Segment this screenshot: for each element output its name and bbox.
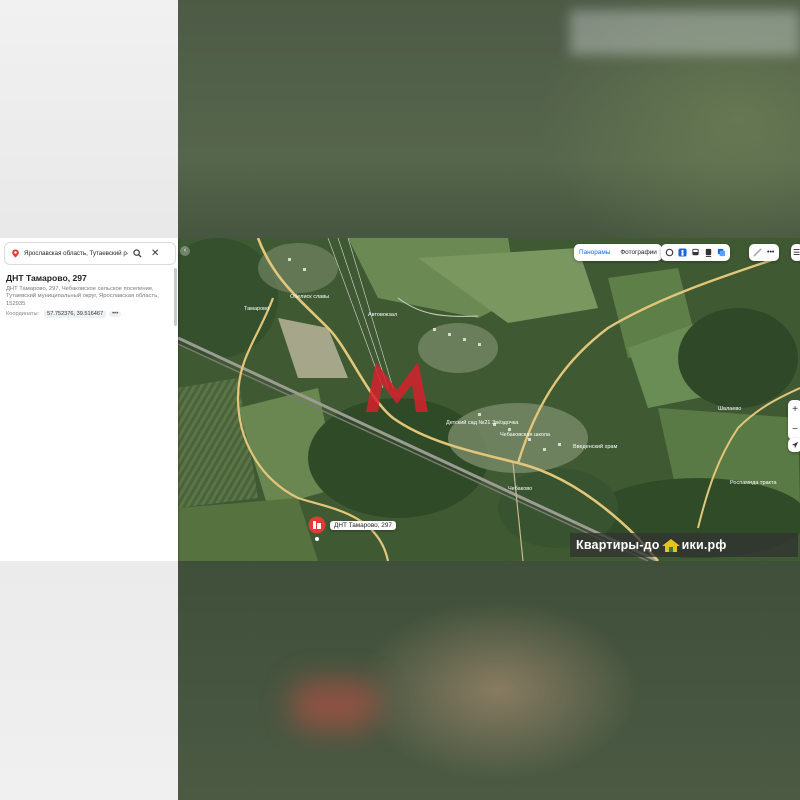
map-label[interactable]: Шалаево <box>718 406 741 412</box>
watermark-text-left: Квартиры-до <box>576 538 660 552</box>
layers-toolbar <box>661 244 730 261</box>
menu-button[interactable]: ☰ <box>791 244 800 261</box>
zoom-in-button[interactable]: + <box>788 400 800 420</box>
map-label[interactable]: Введенский храм <box>573 443 617 450</box>
traffic-icon[interactable] <box>663 246 676 259</box>
transit-icon[interactable] <box>702 246 715 259</box>
map-label[interactable]: Автовокзал <box>368 312 397 318</box>
close-icon[interactable]: ✕ <box>151 248 159 259</box>
panorama-person-icon[interactable] <box>676 246 689 259</box>
ruler-icon[interactable] <box>751 246 764 259</box>
map-label[interactable]: Обелиск славы <box>290 294 329 300</box>
map-label[interactable]: Чебаково <box>508 486 532 492</box>
coordinates-row: Координаты: 57.752376, 39.516467 ••• <box>6 310 122 318</box>
house-icon <box>661 538 680 552</box>
map-label[interactable]: Детский сад №21 Звёздочка <box>446 419 519 426</box>
tab-photos[interactable]: Фотографии <box>615 249 662 256</box>
zoom-out-button[interactable]: − <box>788 420 800 440</box>
place-marker[interactable] <box>307 516 327 542</box>
marker-label[interactable]: ДНТ Тамарово, 297 <box>330 521 396 530</box>
my-location-button[interactable] <box>788 438 800 452</box>
zoom-control: + − <box>788 400 800 440</box>
map-label[interactable]: Тамарово <box>244 306 269 312</box>
satellite-map[interactable]: Обелиск славы Автовокзал Детский сад №21 З… <box>178 238 800 561</box>
watermark-text-right: ики.рф <box>681 538 727 552</box>
location-arrow-icon <box>791 441 799 449</box>
map-label[interactable]: Роспамида тракта <box>730 480 777 486</box>
collapse-panel-icon[interactable]: ‹ <box>180 246 190 256</box>
watermark-logo-m <box>366 362 428 412</box>
coordinates-more-button[interactable]: ••• <box>109 311 122 317</box>
search-icon[interactable] <box>132 249 142 259</box>
site-watermark: Квартиры-до ики.рф <box>570 533 798 557</box>
tools-toolbar: ••• <box>749 244 780 261</box>
layers-icon[interactable] <box>715 246 728 259</box>
photo-toolbar: Панорамы Фотографии <box>574 244 662 261</box>
map-screenshot: Ярославская область, Тутаевский р-н ✕ ДН… <box>0 238 800 561</box>
bus-icon[interactable] <box>689 246 702 259</box>
tab-panoramas[interactable]: Панорамы <box>574 249 615 256</box>
scrollbar[interactable] <box>174 268 177 326</box>
map-label[interactable]: Чебаковская школа <box>500 432 551 438</box>
location-pin-icon <box>12 249 19 258</box>
place-panel: Ярославская область, Тутаевский р-н ✕ ДН… <box>0 238 178 561</box>
coordinates-label: Координаты: <box>6 311 40 317</box>
menu-icon: ☰ <box>793 248 800 257</box>
coordinates-value[interactable]: 57.752376, 39.516467 <box>44 310 107 318</box>
search-input[interactable]: Ярославская область, Тутаевский р-н <box>24 250 128 257</box>
more-button[interactable]: ••• <box>764 249 777 256</box>
search-bar[interactable]: Ярославская область, Тутаевский р-н ✕ <box>4 242 176 265</box>
place-title: ДНТ Тамарово, 297 <box>6 273 87 283</box>
place-address: ДНТ Тамарово, 297, Чебаковское сельское … <box>6 286 159 307</box>
